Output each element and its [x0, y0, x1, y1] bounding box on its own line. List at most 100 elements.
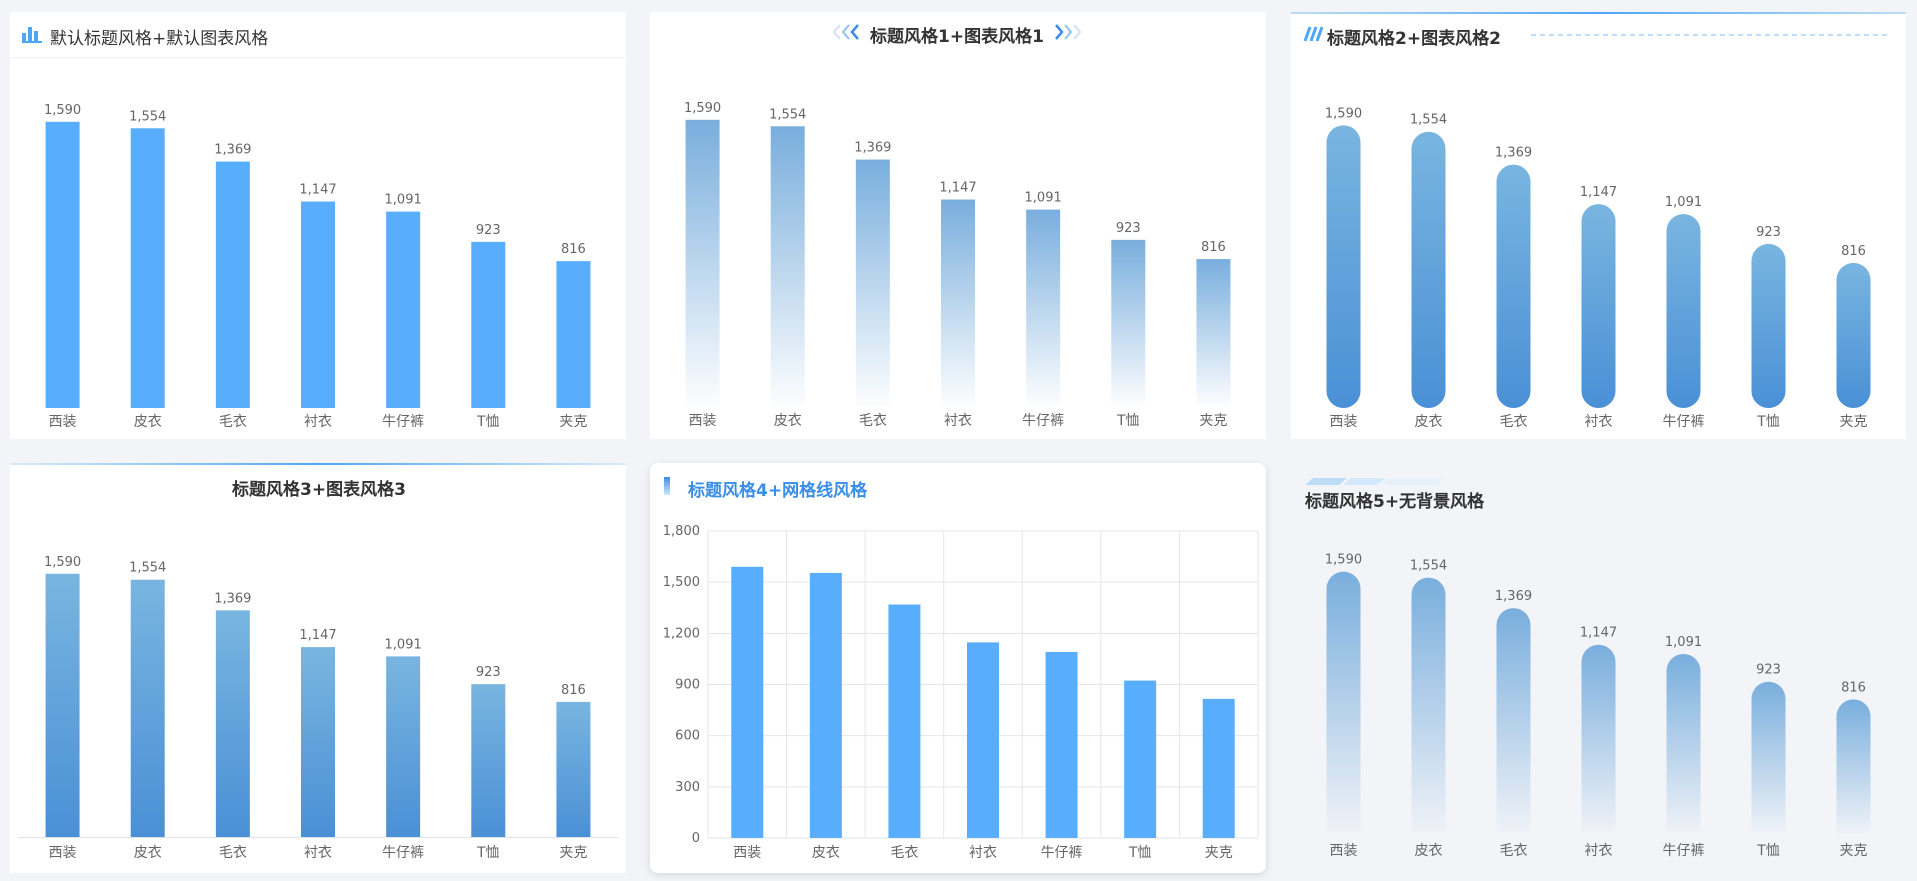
bar	[770, 126, 805, 406]
bar	[1411, 577, 1446, 834]
data-label: 816	[1841, 244, 1866, 259]
data-label: 1,091	[1665, 195, 1702, 210]
chart-panel-3: 标题风格2+图表风格2 1,590 西装 1,554 皮衣 1,369 毛衣 1,147 衬衣…	[1291, 12, 1906, 439]
bar	[130, 579, 165, 837]
data-label: 1,590	[44, 103, 81, 118]
y-tick-label: 1,200	[663, 626, 700, 641]
bar	[1666, 653, 1701, 834]
x-tick-label: 牛仔裤	[382, 414, 424, 430]
data-label: 1,554	[129, 561, 166, 576]
x-tick-label: 牛仔裤	[1022, 413, 1064, 429]
x-tick-label: 西装	[49, 414, 77, 430]
bar	[1496, 608, 1531, 834]
x-tick-label: 夹克	[1840, 414, 1868, 430]
bar	[471, 241, 506, 408]
x-tick-label: 牛仔裤	[1041, 845, 1083, 861]
data-label: 816	[561, 242, 586, 257]
bar-chart: 0 300 600 900 1,200 1,500 1,800 西装 皮衣 毛衣 衬衣 牛仔裤 T恤 夹克	[663, 524, 1259, 861]
x-tick-label: 夹克	[1199, 413, 1227, 429]
x-tick-label: 衬衣	[1585, 414, 1613, 430]
data-label: 1,554	[129, 109, 166, 124]
bar	[471, 684, 506, 837]
bar-chart: 1,590 西装 1,554 皮衣 1,369 毛衣 1,147 衬衣 1,091 牛仔裤 923 T…	[1325, 553, 1871, 859]
chart-panel-6: 标题风格5+无背景风格 1,590 西装 1,554 皮衣 1,369 毛衣 1,147 衬衣…	[1291, 463, 1906, 873]
bar	[556, 261, 591, 408]
x-tick-label: 夹克	[559, 845, 587, 861]
x-tick-label: 毛衣	[1500, 414, 1528, 430]
x-tick-label: 皮衣	[1415, 414, 1443, 430]
bar	[1326, 125, 1361, 409]
data-label: 1,147	[1580, 185, 1617, 200]
data-label: 1,369	[854, 141, 891, 156]
data-label: 1,147	[1580, 626, 1617, 641]
data-label: 1,554	[1410, 113, 1447, 128]
bar	[301, 201, 335, 408]
bar	[1111, 239, 1146, 406]
bar	[301, 647, 335, 837]
chart-panel-5: 标题风格4+网格线风格 0 300 600 900 1,200 1,500 1,800 西装皮…	[650, 463, 1266, 873]
bar	[1581, 204, 1616, 408]
y-tick-label: 0	[692, 831, 700, 846]
bar	[1666, 214, 1701, 408]
y-tick-label: 900	[675, 678, 700, 693]
data-label: 816	[1201, 240, 1226, 255]
bar	[215, 610, 250, 837]
y-tick-label: 1,500	[663, 575, 700, 590]
x-tick-label: 衬衣	[944, 413, 972, 429]
bar	[731, 566, 764, 838]
x-tick-label: 毛衣	[219, 845, 247, 861]
bar	[1045, 651, 1078, 838]
data-label: 923	[1116, 221, 1141, 236]
data-label: 1,091	[385, 637, 422, 652]
bar	[130, 128, 165, 408]
bar-chart: 1,590 西装 1,554 皮衣 1,369 毛衣 1,147 衬衣 1,091 牛仔裤 923 T…	[1325, 106, 1871, 430]
data-label: 1,590	[44, 555, 81, 570]
data-label: 1,554	[769, 107, 806, 122]
data-label: 1,554	[1410, 559, 1447, 574]
bar	[45, 573, 80, 837]
x-tick-label: 皮衣	[812, 845, 840, 861]
chart-panel-2: 标题风格1+图表风格1 1,590 西装 1,554 皮衣 1,369 毛衣 1,147 衬衣…	[650, 12, 1266, 439]
bar	[1496, 164, 1531, 408]
x-tick-label: T恤	[476, 845, 500, 861]
data-label: 1,091	[1665, 635, 1702, 650]
bar	[1581, 644, 1616, 834]
x-tick-label: 毛衣	[1500, 843, 1528, 859]
x-tick-label: 西装	[689, 413, 717, 429]
bar	[1124, 680, 1157, 838]
bar-chart: 1,590 西装 1,554 皮衣 1,369 毛衣 1,147 衬衣 1,091 牛仔裤 923 T…	[684, 101, 1231, 429]
chart-panel-1: 默认标题风格+默认图表风格 1,590 西装 1,554 皮衣 1,369 毛衣 1,147…	[10, 12, 626, 439]
data-label: 1,147	[299, 183, 336, 198]
x-tick-label: 夹克	[559, 414, 587, 430]
data-label: 1,590	[684, 101, 721, 116]
data-label: 1,590	[1325, 106, 1362, 121]
data-label: 816	[561, 683, 586, 698]
x-tick-label: 衬衣	[1585, 843, 1613, 859]
bar	[941, 199, 975, 406]
bar	[1196, 259, 1231, 406]
bar	[1026, 209, 1061, 406]
x-tick-label: 西装	[733, 845, 761, 861]
bar	[809, 572, 842, 838]
bar	[967, 642, 999, 838]
bar	[1751, 681, 1786, 834]
bar	[1326, 571, 1361, 834]
x-tick-label: 牛仔裤	[1663, 843, 1705, 859]
x-tick-label: 皮衣	[134, 845, 162, 861]
bar	[45, 121, 80, 409]
x-tick-label: 牛仔裤	[1663, 414, 1705, 430]
data-label: 1,590	[1325, 553, 1362, 568]
x-tick-label: 毛衣	[219, 414, 247, 430]
x-tick-label: 毛衣	[890, 845, 918, 861]
x-tick-label: 夹克	[1205, 845, 1233, 861]
x-tick-label: 衬衣	[304, 414, 332, 430]
data-label: 1,091	[1025, 191, 1062, 206]
bar	[386, 656, 421, 837]
bar-chart: 1,590 西装 1,554 皮衣 1,369 毛衣 1,147 衬衣 1,091 牛仔裤 923 T…	[44, 103, 591, 430]
bar	[1202, 698, 1235, 838]
data-label: 1,369	[1495, 146, 1532, 161]
bar	[215, 161, 250, 408]
bar	[1836, 699, 1871, 834]
x-tick-label: 牛仔裤	[382, 845, 424, 861]
y-tick-label: 300	[675, 780, 700, 795]
